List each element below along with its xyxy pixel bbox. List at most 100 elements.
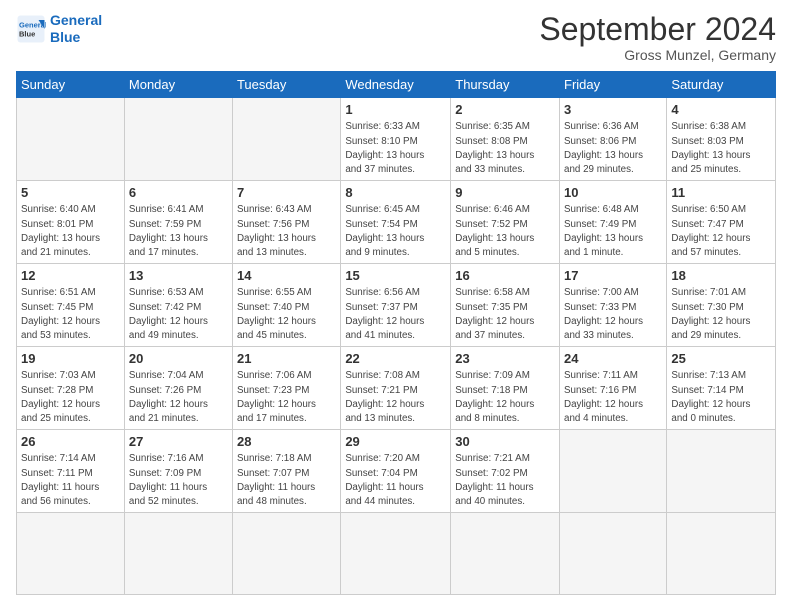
day-info: Sunrise: 6:51 AM Sunset: 7:45 PM Dayligh… [21, 286, 120, 343]
calendar-week-row: 26Sunrise: 7:14 AM Sunset: 7:11 PM Dayli… [17, 430, 776, 513]
table-row [17, 98, 125, 181]
header: General Blue General Blue September 2024… [16, 12, 776, 63]
day-number: 7 [237, 184, 336, 202]
day-info: Sunrise: 6:53 AM Sunset: 7:42 PM Dayligh… [129, 286, 228, 343]
day-number: 24 [564, 350, 662, 368]
table-row: 17Sunrise: 7:00 AM Sunset: 7:33 PM Dayli… [560, 264, 667, 347]
day-info: Sunrise: 7:01 AM Sunset: 7:30 PM Dayligh… [671, 286, 771, 343]
table-row: 23Sunrise: 7:09 AM Sunset: 7:18 PM Dayli… [451, 347, 560, 430]
logo-general: General [50, 12, 102, 28]
table-row: 19Sunrise: 7:03 AM Sunset: 7:28 PM Dayli… [17, 347, 125, 430]
day-info: Sunrise: 6:56 AM Sunset: 7:37 PM Dayligh… [345, 286, 446, 343]
header-friday: Friday [560, 72, 667, 98]
day-info: Sunrise: 7:13 AM Sunset: 7:14 PM Dayligh… [671, 369, 771, 426]
table-row: 14Sunrise: 6:55 AM Sunset: 7:40 PM Dayli… [232, 264, 340, 347]
day-number: 13 [129, 267, 228, 285]
table-row [124, 513, 232, 595]
day-info: Sunrise: 6:58 AM Sunset: 7:35 PM Dayligh… [455, 286, 555, 343]
day-info: Sunrise: 6:50 AM Sunset: 7:47 PM Dayligh… [671, 203, 771, 260]
day-number: 22 [345, 350, 446, 368]
day-info: Sunrise: 7:16 AM Sunset: 7:09 PM Dayligh… [129, 452, 228, 509]
day-number: 15 [345, 267, 446, 285]
day-number: 12 [21, 267, 120, 285]
table-row [232, 98, 340, 181]
table-row: 16Sunrise: 6:58 AM Sunset: 7:35 PM Dayli… [451, 264, 560, 347]
table-row [560, 513, 667, 595]
day-info: Sunrise: 6:33 AM Sunset: 8:10 PM Dayligh… [345, 120, 446, 177]
table-row: 13Sunrise: 6:53 AM Sunset: 7:42 PM Dayli… [124, 264, 232, 347]
day-number: 3 [564, 101, 662, 119]
calendar-header-row: Sunday Monday Tuesday Wednesday Thursday… [17, 72, 776, 98]
day-number: 21 [237, 350, 336, 368]
table-row [667, 513, 776, 595]
table-row: 18Sunrise: 7:01 AM Sunset: 7:30 PM Dayli… [667, 264, 776, 347]
day-number: 16 [455, 267, 555, 285]
table-row: 27Sunrise: 7:16 AM Sunset: 7:09 PM Dayli… [124, 430, 232, 513]
day-number: 6 [129, 184, 228, 202]
day-info: Sunrise: 7:14 AM Sunset: 7:11 PM Dayligh… [21, 452, 120, 509]
day-number: 5 [21, 184, 120, 202]
table-row [17, 513, 125, 595]
day-number: 8 [345, 184, 446, 202]
table-row [124, 98, 232, 181]
month-title: September 2024 [539, 12, 776, 47]
day-number: 20 [129, 350, 228, 368]
day-info: Sunrise: 6:46 AM Sunset: 7:52 PM Dayligh… [455, 203, 555, 260]
day-number: 27 [129, 433, 228, 451]
table-row: 2Sunrise: 6:35 AM Sunset: 8:08 PM Daylig… [451, 98, 560, 181]
logo-text: General Blue [50, 12, 102, 46]
table-row: 8Sunrise: 6:45 AM Sunset: 7:54 PM Daylig… [341, 181, 451, 264]
day-number: 10 [564, 184, 662, 202]
day-info: Sunrise: 7:00 AM Sunset: 7:33 PM Dayligh… [564, 286, 662, 343]
day-info: Sunrise: 7:04 AM Sunset: 7:26 PM Dayligh… [129, 369, 228, 426]
day-number: 2 [455, 101, 555, 119]
title-block: September 2024 Gross Munzel, Germany [539, 12, 776, 63]
table-row: 7Sunrise: 6:43 AM Sunset: 7:56 PM Daylig… [232, 181, 340, 264]
day-info: Sunrise: 6:38 AM Sunset: 8:03 PM Dayligh… [671, 120, 771, 177]
header-monday: Monday [124, 72, 232, 98]
day-number: 19 [21, 350, 120, 368]
day-number: 1 [345, 101, 446, 119]
logo-blue: Blue [50, 29, 80, 45]
table-row [232, 513, 340, 595]
table-row: 29Sunrise: 7:20 AM Sunset: 7:04 PM Dayli… [341, 430, 451, 513]
day-info: Sunrise: 7:03 AM Sunset: 7:28 PM Dayligh… [21, 369, 120, 426]
table-row: 28Sunrise: 7:18 AM Sunset: 7:07 PM Dayli… [232, 430, 340, 513]
table-row: 20Sunrise: 7:04 AM Sunset: 7:26 PM Dayli… [124, 347, 232, 430]
calendar-week-row: 5Sunrise: 6:40 AM Sunset: 8:01 PM Daylig… [17, 181, 776, 264]
day-info: Sunrise: 6:55 AM Sunset: 7:40 PM Dayligh… [237, 286, 336, 343]
table-row [667, 430, 776, 513]
calendar-week-row [17, 513, 776, 595]
day-number: 25 [671, 350, 771, 368]
table-row [560, 430, 667, 513]
header-thursday: Thursday [451, 72, 560, 98]
day-number: 11 [671, 184, 771, 202]
day-number: 4 [671, 101, 771, 119]
header-tuesday: Tuesday [232, 72, 340, 98]
day-info: Sunrise: 6:43 AM Sunset: 7:56 PM Dayligh… [237, 203, 336, 260]
day-number: 28 [237, 433, 336, 451]
day-info: Sunrise: 6:48 AM Sunset: 7:49 PM Dayligh… [564, 203, 662, 260]
table-row: 21Sunrise: 7:06 AM Sunset: 7:23 PM Dayli… [232, 347, 340, 430]
calendar-table: Sunday Monday Tuesday Wednesday Thursday… [16, 71, 776, 595]
calendar-week-row: 19Sunrise: 7:03 AM Sunset: 7:28 PM Dayli… [17, 347, 776, 430]
logo-icon: General Blue [16, 14, 46, 44]
table-row [451, 513, 560, 595]
table-row: 1Sunrise: 6:33 AM Sunset: 8:10 PM Daylig… [341, 98, 451, 181]
day-number: 17 [564, 267, 662, 285]
table-row: 9Sunrise: 6:46 AM Sunset: 7:52 PM Daylig… [451, 181, 560, 264]
table-row: 24Sunrise: 7:11 AM Sunset: 7:16 PM Dayli… [560, 347, 667, 430]
day-info: Sunrise: 7:09 AM Sunset: 7:18 PM Dayligh… [455, 369, 555, 426]
day-number: 26 [21, 433, 120, 451]
day-number: 18 [671, 267, 771, 285]
logo: General Blue General Blue [16, 12, 102, 46]
table-row: 15Sunrise: 6:56 AM Sunset: 7:37 PM Dayli… [341, 264, 451, 347]
table-row: 6Sunrise: 6:41 AM Sunset: 7:59 PM Daylig… [124, 181, 232, 264]
day-info: Sunrise: 7:18 AM Sunset: 7:07 PM Dayligh… [237, 452, 336, 509]
day-info: Sunrise: 7:08 AM Sunset: 7:21 PM Dayligh… [345, 369, 446, 426]
header-wednesday: Wednesday [341, 72, 451, 98]
day-number: 30 [455, 433, 555, 451]
table-row: 26Sunrise: 7:14 AM Sunset: 7:11 PM Dayli… [17, 430, 125, 513]
day-info: Sunrise: 7:20 AM Sunset: 7:04 PM Dayligh… [345, 452, 446, 509]
table-row: 5Sunrise: 6:40 AM Sunset: 8:01 PM Daylig… [17, 181, 125, 264]
